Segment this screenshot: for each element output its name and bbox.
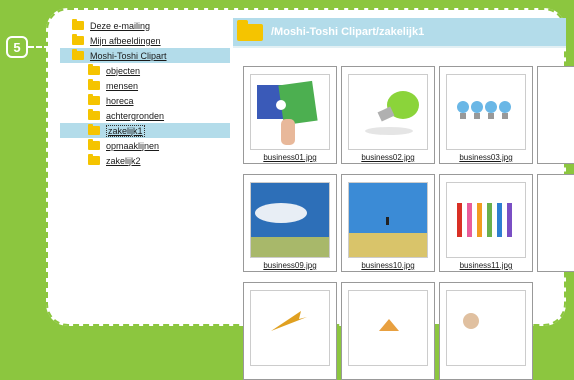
thumbnail-business10[interactable]: business10.jpg bbox=[341, 174, 435, 272]
thumbnail-row3-1[interactable] bbox=[243, 282, 337, 380]
jumping-person-image bbox=[348, 182, 428, 258]
tree-item-label: objecten bbox=[106, 65, 141, 76]
thumbnail-caption: business02.jpg bbox=[361, 153, 415, 162]
tree-item-deze-emailing[interactable]: Deze e-mailing bbox=[60, 18, 230, 33]
badge-connector bbox=[28, 46, 58, 48]
folder-icon bbox=[88, 124, 100, 135]
growth-arrow-image bbox=[250, 290, 330, 366]
tree-item-label: opmaaklijnen bbox=[106, 140, 160, 151]
green-lightbulb-image bbox=[348, 74, 428, 150]
tree-item-zakelijk1[interactable]: zakelijk1 bbox=[60, 123, 230, 138]
tree-item-moshi-toshi-clipart[interactable]: Moshi-Toshi Clipart bbox=[60, 48, 230, 63]
step-badge: 5 bbox=[6, 36, 28, 58]
thumbnail-business01[interactable]: business01.jpg bbox=[243, 66, 337, 164]
tree-item-label: horeca bbox=[106, 95, 134, 106]
folder-icon bbox=[72, 34, 84, 45]
folder-icon bbox=[237, 19, 263, 41]
thumbnail-business03[interactable]: business03.jpg bbox=[439, 66, 533, 164]
folder-path-title: /Moshi-Toshi Clipart/zakelijk1 bbox=[271, 26, 425, 38]
tree-item-label: zakelijk1 bbox=[106, 124, 145, 137]
puzzle-hand-image bbox=[250, 74, 330, 150]
folder-icon bbox=[88, 64, 100, 75]
thumbnail-caption: business09.jpg bbox=[263, 261, 317, 270]
tree-item-mijn-afbeeldingen[interactable]: Mijn afbeeldingen bbox=[60, 33, 230, 48]
tree-item-objecten[interactable]: objecten bbox=[60, 63, 230, 78]
thumbnail-business02[interactable]: business02.jpg bbox=[341, 66, 435, 164]
tree-item-zakelijk2[interactable]: zakelijk2 bbox=[60, 153, 230, 168]
folder-icon bbox=[72, 49, 84, 60]
tree-item-label: mensen bbox=[106, 80, 139, 91]
blue-lightbulbs-image bbox=[446, 74, 526, 150]
colored-pencils-image bbox=[446, 182, 526, 258]
thumbnail-row3-3[interactable] bbox=[439, 282, 533, 380]
sky-field-image bbox=[250, 182, 330, 258]
folder-icon bbox=[88, 154, 100, 165]
thumbnail-caption: business01.jpg bbox=[263, 153, 317, 162]
person-image bbox=[446, 290, 526, 366]
folder-icon bbox=[88, 109, 100, 120]
tree-item-label: Moshi-Toshi Clipart bbox=[90, 50, 167, 61]
folder-icon bbox=[88, 94, 100, 105]
tree-item-achtergronden[interactable]: achtergronden bbox=[60, 108, 230, 123]
header-divider bbox=[233, 46, 566, 48]
thumbnail-caption: business03.jpg bbox=[459, 153, 513, 162]
tree-item-label: Deze e-mailing bbox=[90, 20, 151, 31]
tree-item-mensen[interactable]: mensen bbox=[60, 78, 230, 93]
folder-header: /Moshi-Toshi Clipart/zakelijk1 bbox=[233, 18, 566, 46]
thumbnail-partial[interactable] bbox=[537, 66, 574, 164]
folder-icon bbox=[72, 19, 84, 30]
thumbnail-caption: business11.jpg bbox=[459, 261, 513, 270]
tree-item-horeca[interactable]: horeca bbox=[60, 93, 230, 108]
thumbnail-row3-2[interactable] bbox=[341, 282, 435, 380]
folder-icon bbox=[88, 139, 100, 150]
tree-item-label: Mijn afbeeldingen bbox=[90, 35, 161, 46]
thumbnail-business09[interactable]: business09.jpg bbox=[243, 174, 337, 272]
thumbnail-caption: business10.jpg bbox=[361, 261, 415, 270]
folder-icon bbox=[88, 79, 100, 90]
thumbnail-business11[interactable]: business11.jpg bbox=[439, 174, 533, 272]
tree-item-label: zakelijk2 bbox=[106, 155, 141, 166]
tree-item-label: achtergronden bbox=[106, 110, 165, 121]
folder-tree: Deze e-mailing Mijn afbeeldingen Moshi-T… bbox=[60, 18, 230, 168]
thumbnail-partial[interactable] bbox=[537, 174, 574, 272]
pyramid-image bbox=[348, 290, 428, 366]
tree-item-opmaaklijnen[interactable]: opmaaklijnen bbox=[60, 138, 230, 153]
